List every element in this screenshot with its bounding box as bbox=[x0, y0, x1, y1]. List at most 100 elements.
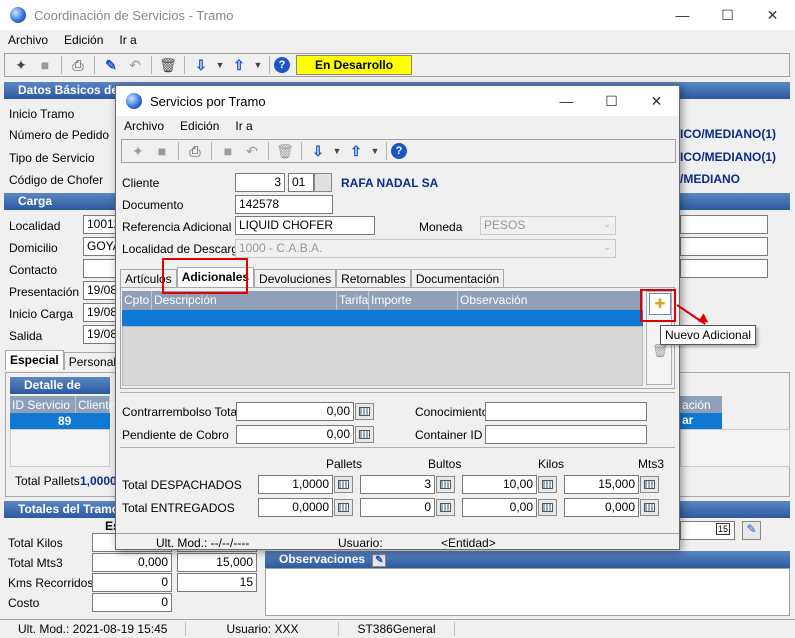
calculator-icon[interactable] bbox=[436, 499, 455, 516]
edit-icon[interactable]: ✎ bbox=[101, 55, 121, 75]
dialog-close-button[interactable]: ✕ bbox=[634, 86, 679, 116]
calculator-icon[interactable] bbox=[640, 499, 659, 516]
adicionales-grid-body bbox=[122, 326, 643, 386]
contacto-field[interactable] bbox=[83, 259, 118, 278]
new-icon[interactable]: ✦ bbox=[128, 141, 148, 161]
date-field[interactable]: 15 bbox=[680, 521, 735, 540]
dialog-menu-archivo[interactable]: Archivo bbox=[116, 119, 172, 133]
documento-field[interactable]: 142578 bbox=[235, 195, 333, 214]
calculator-icon[interactable] bbox=[538, 476, 557, 493]
moneda-select[interactable]: PESOS ⌄ bbox=[480, 216, 616, 235]
label-entregados: Total ENTREGADOS bbox=[122, 501, 235, 515]
menu-archivo[interactable]: Archivo bbox=[0, 33, 56, 47]
print-icon[interactable]: ⎙ bbox=[68, 55, 88, 75]
dialog-menu-ir-a[interactable]: Ir a bbox=[227, 119, 260, 133]
label-contrarrembolso: Contrarrembolso Total bbox=[122, 405, 240, 419]
kms-col1: 0 bbox=[92, 573, 172, 592]
col-bultos: Bultos bbox=[428, 457, 462, 471]
up-arrow-icon[interactable]: ⇧ bbox=[229, 55, 249, 75]
label-codigo-chofer: Código de Chofer bbox=[9, 173, 104, 187]
despachados-mts3: 15,000 bbox=[564, 475, 639, 494]
down-arrow-icon[interactable]: ⇩ bbox=[308, 141, 328, 161]
tipo-mediano-1: ICO/MEDIANO(1) bbox=[680, 127, 776, 141]
up-arrow-icon[interactable]: ⇧ bbox=[346, 141, 366, 161]
new-icon[interactable]: ✦ bbox=[11, 55, 31, 75]
cliente-lookup-button[interactable] bbox=[314, 173, 332, 192]
help-icon[interactable]: ? bbox=[274, 57, 290, 73]
dialog-globe-icon bbox=[126, 93, 142, 109]
kms-col2: 15 bbox=[177, 573, 257, 592]
dialog-minimize-button[interactable]: — bbox=[544, 86, 589, 116]
tab-retornables[interactable]: Retornables bbox=[336, 269, 411, 287]
calculator-icon[interactable] bbox=[355, 403, 374, 420]
maximize-button[interactable]: ☐ bbox=[705, 0, 750, 30]
close-button[interactable]: ✕ bbox=[750, 0, 795, 30]
undo-icon[interactable]: ↶ bbox=[125, 55, 145, 75]
calculator-icon[interactable] bbox=[640, 476, 659, 493]
adicionales-row[interactable] bbox=[122, 310, 643, 326]
carga-right-field-3[interactable] bbox=[680, 259, 768, 278]
minimize-button[interactable]: — bbox=[660, 0, 705, 30]
chevron-down-icon[interactable]: ▼ bbox=[215, 55, 225, 75]
label-contacto: Contacto bbox=[9, 263, 58, 277]
chevron-down-icon[interactable]: ▼ bbox=[332, 141, 342, 161]
dialog-title-bar: Servicios por Tramo — ☐ ✕ bbox=[116, 86, 679, 116]
label-referencia: Referencia Adicional bbox=[122, 220, 232, 234]
save-icon[interactable]: ■ bbox=[152, 141, 172, 161]
chevron-down-icon[interactable]: ▼ bbox=[370, 141, 380, 161]
menu-edicion[interactable]: Edición bbox=[56, 33, 111, 47]
presentacion-field[interactable]: 19/08 bbox=[83, 281, 118, 300]
tab-devoluciones[interactable]: Devoluciones bbox=[254, 269, 337, 287]
print-icon[interactable]: ⎙ bbox=[185, 141, 205, 161]
app-globe-icon bbox=[10, 7, 26, 23]
edit-date-icon[interactable]: ✎ bbox=[742, 521, 761, 540]
main-title-bar: Coordinación de Servicios - Tramo — ☐ ✕ bbox=[0, 0, 795, 30]
calculator-icon[interactable] bbox=[538, 499, 557, 516]
carga-right-field-1[interactable] bbox=[680, 215, 768, 234]
delete-icon[interactable]: 🗑 bbox=[275, 141, 295, 161]
help-icon[interactable]: ? bbox=[391, 143, 407, 159]
detalle-row[interactable]: 89 bbox=[10, 413, 110, 429]
inicio-carga-field[interactable]: 19/08 bbox=[83, 303, 118, 322]
container-field[interactable] bbox=[485, 425, 647, 444]
pendiente-field[interactable]: 0,00 bbox=[236, 425, 354, 444]
referencia-field[interactable]: LIQUID CHOFER bbox=[235, 216, 375, 235]
tab-especial[interactable]: Especial bbox=[5, 350, 64, 370]
undo-icon[interactable]: ↶ bbox=[242, 141, 262, 161]
detalle-header: Detalle de Servic bbox=[10, 377, 110, 409]
observaciones-text[interactable] bbox=[265, 568, 790, 616]
calculator-icon[interactable] bbox=[436, 476, 455, 493]
carga-right-field-2[interactable] bbox=[680, 237, 768, 256]
localidad-descarga-select[interactable]: 1000 - C.A.B.A. ⌄ bbox=[235, 239, 616, 258]
despachados-kilos: 10,00 bbox=[462, 475, 537, 494]
col-cpto: Cpto bbox=[122, 291, 152, 310]
save-icon[interactable]: ■ bbox=[35, 55, 55, 75]
tab-personal[interactable]: Personal bbox=[63, 352, 122, 370]
calendar-icon[interactable]: 15 bbox=[715, 523, 730, 535]
pencil-icon[interactable]: ✎ bbox=[372, 554, 387, 567]
delete-icon[interactable]: 🗑 bbox=[158, 55, 178, 75]
dialog-maximize-button[interactable]: ☐ bbox=[589, 86, 634, 116]
calculator-icon[interactable] bbox=[355, 426, 374, 443]
calculator-icon[interactable] bbox=[334, 499, 353, 516]
localidad-field[interactable]: 10012 bbox=[83, 215, 118, 234]
salida-field[interactable]: 19/08 bbox=[83, 325, 118, 344]
entregados-pallets: 0,0000 bbox=[258, 498, 333, 517]
label-inicio-tramo: Inicio Tramo bbox=[9, 107, 75, 121]
conocimiento-field[interactable] bbox=[485, 402, 647, 421]
contrarrembolso-field[interactable]: 0,00 bbox=[236, 402, 354, 421]
menu-ir-a[interactable]: Ir a bbox=[111, 33, 144, 47]
label-documento: Documento bbox=[122, 198, 184, 212]
tipo-mediano-2: ICO/MEDIANO(1) bbox=[680, 150, 776, 164]
detalle-row-right[interactable]: ar bbox=[680, 413, 722, 429]
label-total-kilos: Total Kilos bbox=[8, 536, 63, 550]
stop-icon[interactable]: ■ bbox=[218, 141, 238, 161]
tab-documentacion[interactable]: Documentación bbox=[410, 269, 505, 287]
dialog-menu-edicion[interactable]: Edición bbox=[172, 119, 227, 133]
down-arrow-icon[interactable]: ⇩ bbox=[191, 55, 211, 75]
calculator-icon[interactable] bbox=[334, 476, 353, 493]
chevron-down-icon[interactable]: ▼ bbox=[253, 55, 263, 75]
cliente-code-field[interactable]: 3 bbox=[235, 173, 285, 192]
domicilio-field[interactable]: GOYA bbox=[83, 237, 118, 256]
cliente-suffix-field[interactable]: 01 bbox=[288, 173, 314, 192]
